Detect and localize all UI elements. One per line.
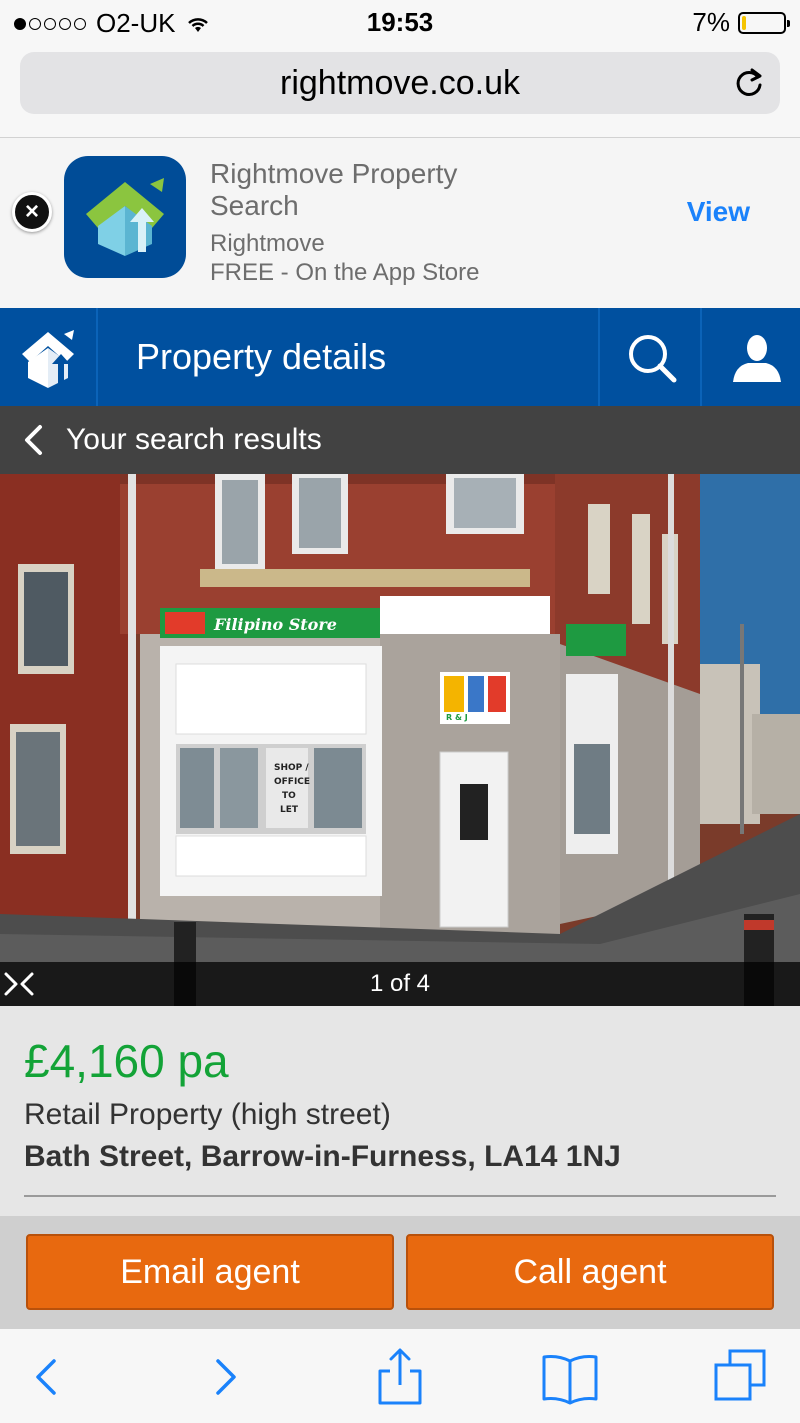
address-bar[interactable]: rightmove.co.uk <box>20 52 780 114</box>
battery-info: 7% <box>692 7 790 38</box>
status-bar: O2-UK 19:53 7% <box>0 0 800 44</box>
window-sign-line-3: TO <box>282 791 296 801</box>
divider <box>24 1195 776 1197</box>
store-sign-text: Filipino Store <box>213 615 337 634</box>
back-icon[interactable] <box>16 1347 76 1407</box>
user-icon <box>733 335 781 382</box>
browser-toolbar <box>0 1328 800 1423</box>
url-text[interactable]: rightmove.co.uk <box>20 64 780 103</box>
account-button[interactable] <box>702 308 800 406</box>
reload-icon[interactable] <box>732 66 766 100</box>
close-icon[interactable]: × <box>12 192 52 232</box>
battery-icon <box>738 11 790 34</box>
tabs-icon[interactable] <box>710 1347 770 1407</box>
share-icon[interactable] <box>370 1347 430 1407</box>
search-icon <box>629 335 677 383</box>
forward-icon[interactable] <box>196 1347 256 1407</box>
property-price: £4,160 pa <box>24 1035 229 1087</box>
back-to-results-bar[interactable]: Your search results <box>0 406 800 474</box>
call-agent-button[interactable]: Call agent <box>406 1234 774 1310</box>
email-agent-button[interactable]: Email agent <box>26 1234 394 1310</box>
site-header: Property details <box>0 308 800 406</box>
window-sign-line-2: OFFICE <box>274 777 310 787</box>
property-summary: £4,160 pa Retail Property (high street) … <box>0 1006 800 1216</box>
browser-address-area: rightmove.co.uk <box>0 44 800 138</box>
window-sign-line-1: SHOP / <box>274 763 309 773</box>
contact-agent-bar: Email agent Call agent <box>0 1216 800 1328</box>
property-photo: Filipino Store SHOP / OFFICE TO LET R & … <box>0 474 800 1006</box>
app-name: Rightmove Property Search <box>210 158 458 221</box>
property-type: Retail Property (high street) <box>24 1098 391 1131</box>
clock: 19:53 <box>366 7 434 37</box>
battery-percent: 7% <box>692 7 730 37</box>
bookmarks-icon[interactable] <box>540 1347 600 1407</box>
app-store-banner: × Rightmove Property Search Rightmove FR… <box>0 138 800 308</box>
gallery-navigation: 1 of 4 <box>0 962 800 1006</box>
property-address: Bath Street, Barrow-in-Furness, LA14 1NJ <box>24 1140 621 1173</box>
logo-text: R & J <box>446 713 468 722</box>
rightmove-logo-icon <box>22 330 74 388</box>
page-title: Property details <box>136 336 387 377</box>
app-price: FREE - On the App Store <box>210 259 480 286</box>
home-button[interactable] <box>0 308 98 406</box>
chevron-left-icon <box>25 425 42 455</box>
search-button[interactable] <box>598 308 702 406</box>
property-photo-gallery[interactable]: Filipino Store SHOP / OFFICE TO LET R & … <box>0 474 800 1006</box>
window-sign-line-4: LET <box>280 805 299 815</box>
app-publisher: Rightmove <box>210 230 325 257</box>
photo-counter: 1 of 4 <box>369 970 431 997</box>
view-app-button[interactable]: View <box>687 196 750 228</box>
rightmove-app-icon <box>64 156 186 278</box>
chevron-right-icon[interactable] <box>0 970 22 998</box>
back-link-label[interactable]: Your search results <box>66 423 322 457</box>
